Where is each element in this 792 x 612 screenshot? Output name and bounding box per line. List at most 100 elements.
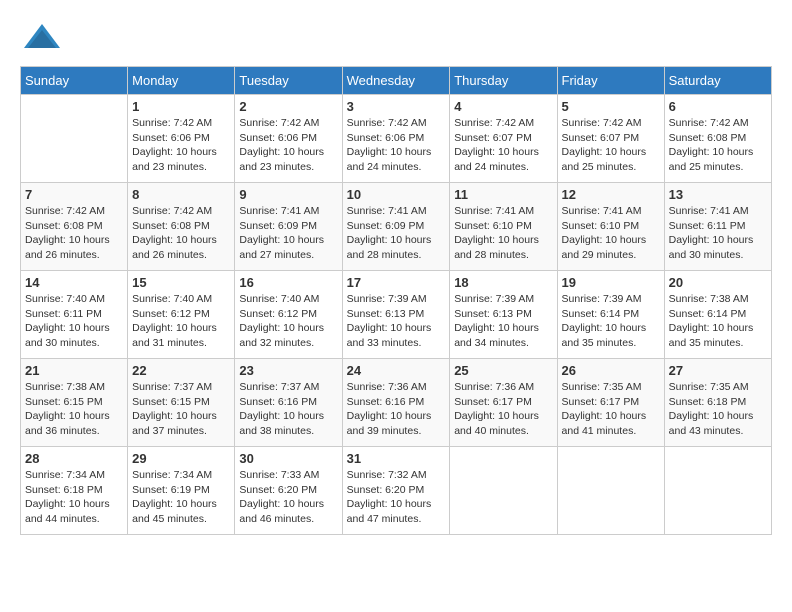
cell-content: Sunrise: 7:42 AMSunset: 6:07 PMDaylight:… bbox=[562, 116, 660, 175]
calendar-cell: 1Sunrise: 7:42 AMSunset: 6:06 PMDaylight… bbox=[128, 95, 235, 183]
cell-content: Sunrise: 7:39 AMSunset: 6:13 PMDaylight:… bbox=[454, 292, 552, 351]
calendar-cell: 19 Sunrise: 7:39 AMSunset: 6:14 PMDayligh… bbox=[557, 271, 664, 359]
day-number: 16 bbox=[239, 275, 337, 290]
calendar-cell: 3 Sunrise: 7:42 AMSunset: 6:06 PMDaylight… bbox=[342, 95, 450, 183]
cell-content: Sunrise: 7:36 AMSunset: 6:17 PMDaylight:… bbox=[454, 380, 552, 439]
calendar-cell: 7 Sunrise: 7:42 AMSunset: 6:08 PMDaylight… bbox=[21, 183, 128, 271]
calendar-week-row: 21 Sunrise: 7:38 AMSunset: 6:15 PMDayligh… bbox=[21, 359, 772, 447]
day-number: 9 bbox=[239, 187, 337, 202]
page-header bbox=[20, 20, 772, 56]
calendar-table: SundayMondayTuesdayWednesdayThursdayFrid… bbox=[20, 66, 772, 535]
cell-content: Sunrise: 7:35 AMSunset: 6:18 PMDaylight:… bbox=[669, 380, 767, 439]
calendar-week-row: 7 Sunrise: 7:42 AMSunset: 6:08 PMDaylight… bbox=[21, 183, 772, 271]
day-number: 22 bbox=[132, 363, 230, 378]
day-number: 19 bbox=[562, 275, 660, 290]
day-number: 28 bbox=[25, 451, 123, 466]
cell-content: Sunrise: 7:39 AMSunset: 6:13 PMDaylight:… bbox=[347, 292, 446, 351]
calendar-cell: 21 Sunrise: 7:38 AMSunset: 6:15 PMDayligh… bbox=[21, 359, 128, 447]
cell-content: Sunrise: 7:38 AMSunset: 6:15 PMDaylight:… bbox=[25, 380, 123, 439]
cell-content: Sunrise: 7:41 AMSunset: 6:11 PMDaylight:… bbox=[669, 204, 767, 263]
cell-content: Sunrise: 7:33 AMSunset: 6:20 PMDaylight:… bbox=[239, 468, 337, 527]
calendar-cell: 12Sunrise: 7:41 AMSunset: 6:10 PMDayligh… bbox=[557, 183, 664, 271]
cell-content: Sunrise: 7:42 AMSunset: 6:08 PMDaylight:… bbox=[25, 204, 123, 263]
calendar-cell: 5 Sunrise: 7:42 AMSunset: 6:07 PMDaylight… bbox=[557, 95, 664, 183]
weekday-header: Monday bbox=[128, 67, 235, 95]
calendar-cell bbox=[450, 447, 557, 535]
calendar-cell: 6 Sunrise: 7:42 AMSunset: 6:08 PMDaylight… bbox=[664, 95, 771, 183]
logo-icon bbox=[20, 20, 64, 56]
day-number: 27 bbox=[669, 363, 767, 378]
calendar-cell: 29 Sunrise: 7:34 AMSunset: 6:19 PMDayligh… bbox=[128, 447, 235, 535]
day-number: 13 bbox=[669, 187, 767, 202]
day-number: 21 bbox=[25, 363, 123, 378]
calendar-cell: 27 Sunrise: 7:35 AMSunset: 6:18 PMDayligh… bbox=[664, 359, 771, 447]
day-number: 30 bbox=[239, 451, 337, 466]
calendar-cell: 9 Sunrise: 7:41 AMSunset: 6:09 PMDaylight… bbox=[235, 183, 342, 271]
day-number: 25 bbox=[454, 363, 552, 378]
day-number: 4 bbox=[454, 99, 552, 114]
calendar-week-row: 14 Sunrise: 7:40 AMSunset: 6:11 PMDayligh… bbox=[21, 271, 772, 359]
cell-content: Sunrise: 7:40 AMSunset: 6:12 PMDaylight:… bbox=[132, 292, 230, 351]
calendar-cell: 10 Sunrise: 7:41 AMSunset: 6:09 PMDayligh… bbox=[342, 183, 450, 271]
cell-content: Sunrise: 7:32 AMSunset: 6:20 PMDaylight:… bbox=[347, 468, 446, 527]
calendar-cell: 13 Sunrise: 7:41 AMSunset: 6:11 PMDayligh… bbox=[664, 183, 771, 271]
calendar-cell: 11Sunrise: 7:41 AMSunset: 6:10 PMDayligh… bbox=[450, 183, 557, 271]
cell-content: Sunrise: 7:38 AMSunset: 6:14 PMDaylight:… bbox=[669, 292, 767, 351]
day-number: 14 bbox=[25, 275, 123, 290]
cell-content: Sunrise: 7:40 AMSunset: 6:11 PMDaylight:… bbox=[25, 292, 123, 351]
cell-content: Sunrise: 7:42 AMSunset: 6:07 PMDaylight:… bbox=[454, 116, 552, 175]
calendar-cell: 2Sunrise: 7:42 AMSunset: 6:06 PMDaylight… bbox=[235, 95, 342, 183]
calendar-cell bbox=[21, 95, 128, 183]
calendar-cell: 24Sunrise: 7:36 AMSunset: 6:16 PMDayligh… bbox=[342, 359, 450, 447]
calendar-header: SundayMondayTuesdayWednesdayThursdayFrid… bbox=[21, 67, 772, 95]
calendar-cell: 16 Sunrise: 7:40 AMSunset: 6:12 PMDayligh… bbox=[235, 271, 342, 359]
day-number: 5 bbox=[562, 99, 660, 114]
cell-content: Sunrise: 7:35 AMSunset: 6:17 PMDaylight:… bbox=[562, 380, 660, 439]
calendar-cell: 22 Sunrise: 7:37 AMSunset: 6:15 PMDayligh… bbox=[128, 359, 235, 447]
day-number: 12 bbox=[562, 187, 660, 202]
cell-content: Sunrise: 7:37 AMSunset: 6:16 PMDaylight:… bbox=[239, 380, 337, 439]
calendar-cell: 26 Sunrise: 7:35 AMSunset: 6:17 PMDayligh… bbox=[557, 359, 664, 447]
day-number: 29 bbox=[132, 451, 230, 466]
weekday-header: Wednesday bbox=[342, 67, 450, 95]
day-number: 6 bbox=[669, 99, 767, 114]
day-number: 23 bbox=[239, 363, 337, 378]
cell-content: Sunrise: 7:40 AMSunset: 6:12 PMDaylight:… bbox=[239, 292, 337, 351]
calendar-cell: 25 Sunrise: 7:36 AMSunset: 6:17 PMDayligh… bbox=[450, 359, 557, 447]
weekday-header: Thursday bbox=[450, 67, 557, 95]
day-number: 3 bbox=[347, 99, 446, 114]
calendar-cell: 15 Sunrise: 7:40 AMSunset: 6:12 PMDayligh… bbox=[128, 271, 235, 359]
day-number: 26 bbox=[562, 363, 660, 378]
calendar-cell bbox=[557, 447, 664, 535]
calendar-cell: 28 Sunrise: 7:34 AMSunset: 6:18 PMDayligh… bbox=[21, 447, 128, 535]
cell-content: Sunrise: 7:41 AMSunset: 6:09 PMDaylight:… bbox=[347, 204, 446, 263]
calendar-cell: 23 Sunrise: 7:37 AMSunset: 6:16 PMDayligh… bbox=[235, 359, 342, 447]
day-number: 31 bbox=[347, 451, 446, 466]
weekday-header: Friday bbox=[557, 67, 664, 95]
cell-content: Sunrise: 7:42 AMSunset: 6:06 PMDaylight:… bbox=[347, 116, 446, 175]
day-number: 1 bbox=[132, 99, 230, 114]
calendar-cell: 14 Sunrise: 7:40 AMSunset: 6:11 PMDayligh… bbox=[21, 271, 128, 359]
cell-content: Sunrise: 7:34 AMSunset: 6:18 PMDaylight:… bbox=[25, 468, 123, 527]
weekday-header: Sunday bbox=[21, 67, 128, 95]
day-number: 2 bbox=[239, 99, 337, 114]
calendar-body: 1 Sunrise: 7:42 AMSunset: 6:06 PMDaylight… bbox=[21, 95, 772, 535]
cell-content: Sunrise: 7:34 AMSunset: 6:19 PMDaylight:… bbox=[132, 468, 230, 527]
cell-content: Sunrise: 7:37 AMSunset: 6:15 PMDaylight:… bbox=[132, 380, 230, 439]
day-number: 24 bbox=[347, 363, 446, 378]
day-number: 17 bbox=[347, 275, 446, 290]
day-number: 10 bbox=[347, 187, 446, 202]
cell-content: Sunrise: 7:39 AMSunset: 6:14 PMDaylight:… bbox=[562, 292, 660, 351]
cell-content: Sunrise: 7:41 AMSunset: 6:09 PMDaylight:… bbox=[239, 204, 337, 263]
day-number: 7 bbox=[25, 187, 123, 202]
cell-content: Sunrise: 7:42 AMSunset: 6:08 PMDaylight:… bbox=[669, 116, 767, 175]
day-number: 8 bbox=[132, 187, 230, 202]
calendar-cell: 4 Sunrise: 7:42 AMSunset: 6:07 PMDaylight… bbox=[450, 95, 557, 183]
cell-content: Sunrise: 7:42 AMSunset: 6:08 PMDaylight:… bbox=[132, 204, 230, 263]
cell-content: Sunrise: 7:41 AMSunset: 6:10 PMDaylight:… bbox=[454, 204, 552, 263]
weekday-header: Tuesday bbox=[235, 67, 342, 95]
day-number: 15 bbox=[132, 275, 230, 290]
calendar-cell: 18Sunrise: 7:39 AMSunset: 6:13 PMDayligh… bbox=[450, 271, 557, 359]
calendar-cell: 8 Sunrise: 7:42 AMSunset: 6:08 PMDaylight… bbox=[128, 183, 235, 271]
calendar-cell bbox=[664, 447, 771, 535]
